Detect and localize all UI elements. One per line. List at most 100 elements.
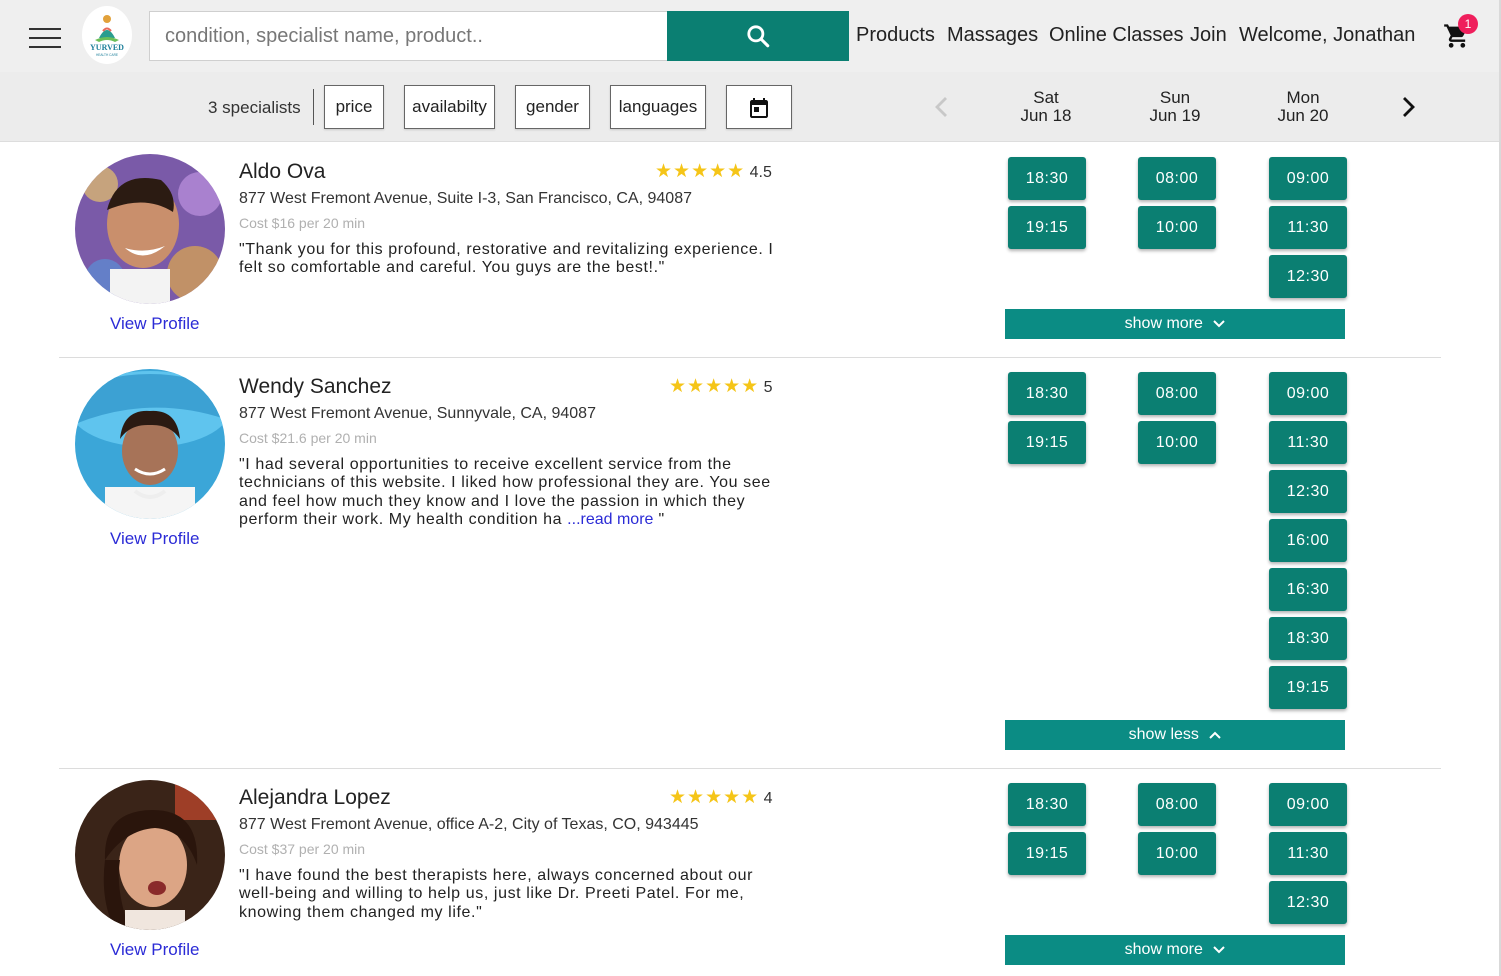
svg-text:YURVED: YURVED [90,43,124,52]
time-slot[interactable]: 10:00 [1138,421,1216,464]
yurved-logo[interactable]: YURVED HEALTH CARE [82,6,132,64]
view-profile-link[interactable]: View Profile [110,314,199,334]
time-slot[interactable]: 09:00 [1269,157,1347,200]
day-column-sat: Sat Jun 18 [1001,89,1091,125]
rating: ★★★★★ 5 [669,375,773,398]
time-slot[interactable]: 11:30 [1269,832,1347,875]
view-profile-link[interactable]: View Profile [110,529,199,549]
time-slot[interactable]: 19:15 [1008,421,1086,464]
review-text: "Thank you for this profound, restorativ… [239,241,774,277]
time-slot[interactable]: 12:30 [1269,881,1347,924]
day-date: Jun 20 [1277,106,1329,125]
day-weekday: Sun [1159,88,1191,107]
specialist-name[interactable]: Wendy Sanchez [239,375,392,399]
read-more-link[interactable]: ...read more [567,511,653,528]
rating-value: 4 [763,790,773,807]
time-slot[interactable]: 19:15 [1008,832,1086,875]
search-input[interactable] [149,11,668,61]
prev-days-chevron-icon[interactable] [930,94,954,120]
filter-availability-button[interactable]: availabilty [404,85,495,129]
day-column-sun: Sun Jun 19 [1130,89,1220,125]
time-slot[interactable]: 18:30 [1269,617,1347,660]
specialists-count: 3 specialists [208,98,301,117]
time-slot[interactable]: 12:30 [1269,470,1347,513]
show-less-button[interactable]: show less [1005,720,1345,750]
hamburger-menu-icon[interactable] [29,24,61,50]
nav-join[interactable]: Join [1190,24,1227,47]
filter-gender-button[interactable]: gender [515,85,590,129]
chevron-up-icon [1209,731,1222,739]
next-days-chevron-icon[interactable] [1396,94,1420,120]
time-slot[interactable]: 11:30 [1269,421,1347,464]
nav-welcome-user[interactable]: Welcome, Jonathan [1239,24,1415,47]
time-slot[interactable]: 18:30 [1008,372,1086,415]
time-slot[interactable]: 11:30 [1269,206,1347,249]
show-more-button[interactable]: show more [1005,935,1345,965]
time-slot[interactable]: 08:00 [1138,372,1216,415]
time-slot[interactable]: 09:00 [1269,372,1347,415]
avatar-wendy-sanchez[interactable] [75,369,225,519]
rating-value: 5 [763,379,773,396]
toggle-label: show less [1128,726,1199,743]
day-weekday: Sat [1033,88,1059,107]
svg-text:HEALTH CARE: HEALTH CARE [96,53,118,57]
filter-bar: 3 specialists price availabilty gender l… [0,72,1499,142]
cost: Cost $37 per 20 min [239,841,366,857]
time-slot[interactable]: 16:30 [1269,568,1347,611]
card-divider [59,768,1441,769]
time-slot[interactable]: 10:00 [1138,832,1216,875]
time-slot[interactable]: 10:00 [1138,206,1216,249]
view-profile-link[interactable]: View Profile [110,940,199,960]
nav-online-classes[interactable]: Online Classes [1049,24,1184,47]
specialist-name[interactable]: Aldo Ova [239,160,325,184]
time-slot[interactable]: 19:15 [1008,206,1086,249]
review-text: "I have found the best therapists here, … [239,867,754,921]
calendar-icon [750,97,768,118]
avatar-aldo-ova[interactable] [75,154,225,304]
calendar-button[interactable] [726,85,792,129]
page: YURVED HEALTH CARE Products Massages Onl… [0,0,1501,976]
filter-price-button[interactable]: price [324,85,384,129]
card-divider [59,357,1441,358]
address: 877 West Fremont Avenue, Suite I-3, San … [239,190,692,207]
day-column-mon: Mon Jun 20 [1258,89,1348,125]
star-rating-icon: ★★★★★ [655,161,746,182]
review-end: " [653,510,665,528]
cart-count-badge: 1 [1458,14,1478,34]
toggle-label: show more [1124,315,1203,332]
nav-massages[interactable]: Massages [947,24,1038,47]
filter-divider [313,89,314,125]
day-date: Jun 19 [1149,106,1201,125]
review-body: "I had several opportunities to receive … [239,456,771,528]
search-button[interactable] [667,11,849,61]
address: 877 West Fremont Avenue, Sunnyvale, CA, … [239,405,596,422]
rating-value: 4.5 [749,164,772,181]
address: 877 West Fremont Avenue, office A-2, Cit… [239,816,699,833]
day-weekday: Mon [1286,88,1320,107]
avatar-alejandra-lopez[interactable] [75,780,225,930]
nav-products[interactable]: Products [856,24,935,47]
star-rating-icon: ★★★★★ [669,787,760,808]
rating: ★★★★★ 4 [669,786,773,809]
top-header: YURVED HEALTH CARE Products Massages Onl… [0,0,1499,72]
review-text: "I had several opportunities to receive … [239,456,784,529]
time-slot[interactable]: 08:00 [1138,157,1216,200]
cost: Cost $16 per 20 min [239,215,366,231]
chevron-down-icon [1213,946,1226,954]
chevron-down-icon [1213,320,1226,328]
time-slot[interactable]: 12:30 [1269,255,1347,298]
day-date: Jun 18 [1020,106,1072,125]
time-slot[interactable]: 16:00 [1269,519,1347,562]
toggle-label: show more [1124,941,1203,958]
show-more-button[interactable]: show more [1005,309,1345,339]
time-slot[interactable]: 18:30 [1008,783,1086,826]
filter-languages-button[interactable]: languages [610,85,706,129]
cost: Cost $21.6 per 20 min [239,430,377,446]
time-slot[interactable]: 09:00 [1269,783,1347,826]
time-slot[interactable]: 08:00 [1138,783,1216,826]
time-slot[interactable]: 19:15 [1269,666,1347,709]
search-icon [747,25,770,48]
rating: ★★★★★ 4.5 [655,160,772,183]
time-slot[interactable]: 18:30 [1008,157,1086,200]
specialist-name[interactable]: Alejandra Lopez [239,786,391,810]
